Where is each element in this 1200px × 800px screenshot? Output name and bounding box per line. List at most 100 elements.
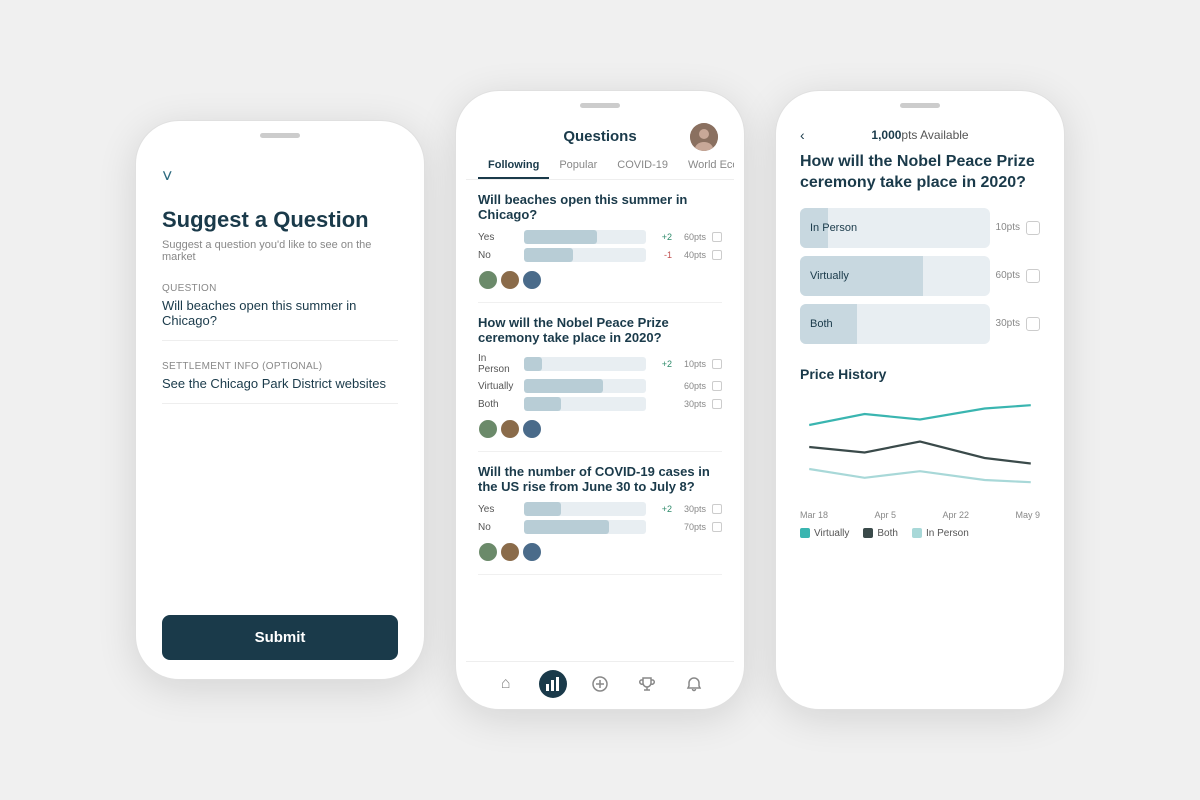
legend-label-both: Both	[877, 528, 898, 539]
question-2-title: How will the Nobel Peace Prize ceremony …	[478, 315, 722, 345]
avatar[interactable]	[690, 123, 718, 151]
question-3-title: Will the number of COVID-19 cases in the…	[478, 464, 722, 494]
option-both: Both 30pts	[800, 304, 1040, 344]
option-checkbox[interactable]	[1026, 221, 1040, 235]
participant-avatar	[500, 419, 520, 439]
tab-popular[interactable]: Popular	[549, 153, 607, 179]
nav-bell-icon[interactable]	[680, 670, 708, 698]
option-in-person: In Person 10pts	[800, 208, 1040, 248]
option-label: In Person	[800, 222, 857, 234]
participant-avatar	[500, 270, 520, 290]
question-label: Question	[162, 283, 398, 294]
screen1-title: Suggest a Question	[162, 207, 398, 233]
participant-avatar	[522, 270, 542, 290]
chart-label-3: Apr 22	[942, 510, 969, 520]
feed-content: Will beaches open this summer in Chicago…	[466, 180, 734, 661]
option-checkbox[interactable]	[712, 381, 722, 391]
option-checkbox[interactable]	[712, 399, 722, 409]
nav-trophy-icon[interactable]	[633, 670, 661, 698]
screen2-header: Questions	[466, 116, 734, 153]
option-delta: -1	[652, 250, 672, 260]
option-pts: 10pts	[678, 359, 706, 369]
option-bar	[524, 357, 646, 371]
chart-label-1: Mar 18	[800, 510, 828, 520]
option-row: Both 30pts	[478, 397, 722, 411]
submit-button[interactable]: Submit	[162, 615, 398, 660]
price-history-chart	[800, 392, 1040, 502]
option-label: Both	[478, 399, 518, 410]
bottom-nav: ⌂	[466, 661, 734, 706]
nav-add-icon[interactable]	[586, 670, 614, 698]
option-bar	[524, 502, 646, 516]
option-checkbox[interactable]	[712, 250, 722, 260]
option-row: Virtually 60pts	[478, 379, 722, 393]
phone-2: Questions Following Popular COVID-19 Wor…	[455, 90, 745, 710]
option-virtually: Virtually 60pts	[800, 256, 1040, 296]
chart-label-4: May 9	[1015, 510, 1040, 520]
option-pts: 10pts	[996, 222, 1020, 233]
option-row: Yes +2 60pts	[478, 230, 722, 244]
option-bar-container[interactable]: In Person	[800, 208, 990, 248]
option-pts: 30pts	[996, 318, 1020, 329]
tab-bar: Following Popular COVID-19 World Economi…	[466, 153, 734, 180]
screen2-title: Questions	[563, 128, 636, 145]
back-arrow-icon[interactable]: ˅	[162, 166, 398, 187]
back-button[interactable]: ‹	[800, 127, 805, 143]
pts-number: 1,000	[871, 128, 901, 142]
option-checkbox[interactable]	[712, 359, 722, 369]
option-checkbox[interactable]	[712, 522, 722, 532]
legend-inperson: In Person	[912, 528, 969, 539]
screen1-subtitle: Suggest a question you'd like to see on …	[162, 239, 398, 263]
participant-avatar	[478, 270, 498, 290]
option-row: No 70pts	[478, 520, 722, 534]
participant-avatar	[478, 419, 498, 439]
option-checkbox[interactable]	[1026, 317, 1040, 331]
legend-dot-inperson	[912, 528, 922, 538]
participant-avatar	[478, 542, 498, 562]
feed-avatars	[478, 542, 722, 562]
option-bar	[524, 379, 646, 393]
option-pts: 30pts	[678, 504, 706, 514]
screen3-question: How will the Nobel Peace Prize ceremony …	[800, 152, 1040, 194]
option-pts: 60pts	[996, 270, 1020, 281]
option-label: In Person	[478, 353, 518, 375]
tab-covid[interactable]: COVID-19	[607, 153, 678, 179]
feed-question-2: How will the Nobel Peace Prize ceremony …	[478, 303, 722, 452]
screen3-header: ‹ 1,000pts Available	[800, 128, 1040, 142]
option-row: Yes +2 30pts	[478, 502, 722, 516]
option-checkbox[interactable]	[1026, 269, 1040, 283]
phone-1: ˅ Suggest a Question Suggest a question …	[135, 120, 425, 680]
option-label: Virtually	[800, 270, 849, 282]
option-pts: 60pts	[678, 381, 706, 391]
participant-avatar	[522, 419, 542, 439]
option-bar-container[interactable]: Virtually	[800, 256, 990, 296]
option-label: Yes	[478, 504, 518, 515]
option-label: Both	[800, 318, 833, 330]
legend-virtually: Virtually	[800, 528, 849, 539]
option-bar-container[interactable]: Both	[800, 304, 990, 344]
nav-chart-icon[interactable]	[539, 670, 567, 698]
legend-both: Both	[863, 528, 898, 539]
legend-dot-virtually	[800, 528, 810, 538]
legend-label-virtually: Virtually	[814, 528, 849, 539]
chart-labels: Mar 18 Apr 5 Apr 22 May 9	[800, 510, 1040, 520]
option-pts: 30pts	[678, 399, 706, 409]
option-pts: 60pts	[678, 232, 706, 242]
option-checkbox[interactable]	[712, 504, 722, 514]
tab-following[interactable]: Following	[478, 153, 549, 179]
legend-label-inperson: In Person	[926, 528, 969, 539]
feed-question-3: Will the number of COVID-19 cases in the…	[478, 452, 722, 575]
option-row: No -1 40pts	[478, 248, 722, 262]
option-label: No	[478, 522, 518, 533]
option-checkbox[interactable]	[712, 232, 722, 242]
settlement-value: See the Chicago Park District websites	[162, 376, 398, 404]
option-bar	[524, 230, 646, 244]
question-1-title: Will beaches open this summer in Chicago…	[478, 192, 722, 222]
tab-world[interactable]: World Economics	[678, 153, 734, 179]
option-delta: +2	[652, 504, 672, 514]
option-pts: 40pts	[678, 250, 706, 260]
feed-avatars	[478, 270, 722, 290]
nav-home-icon[interactable]: ⌂	[492, 670, 520, 698]
price-history-title: Price History	[800, 366, 1040, 382]
chart-label-2: Apr 5	[874, 510, 896, 520]
